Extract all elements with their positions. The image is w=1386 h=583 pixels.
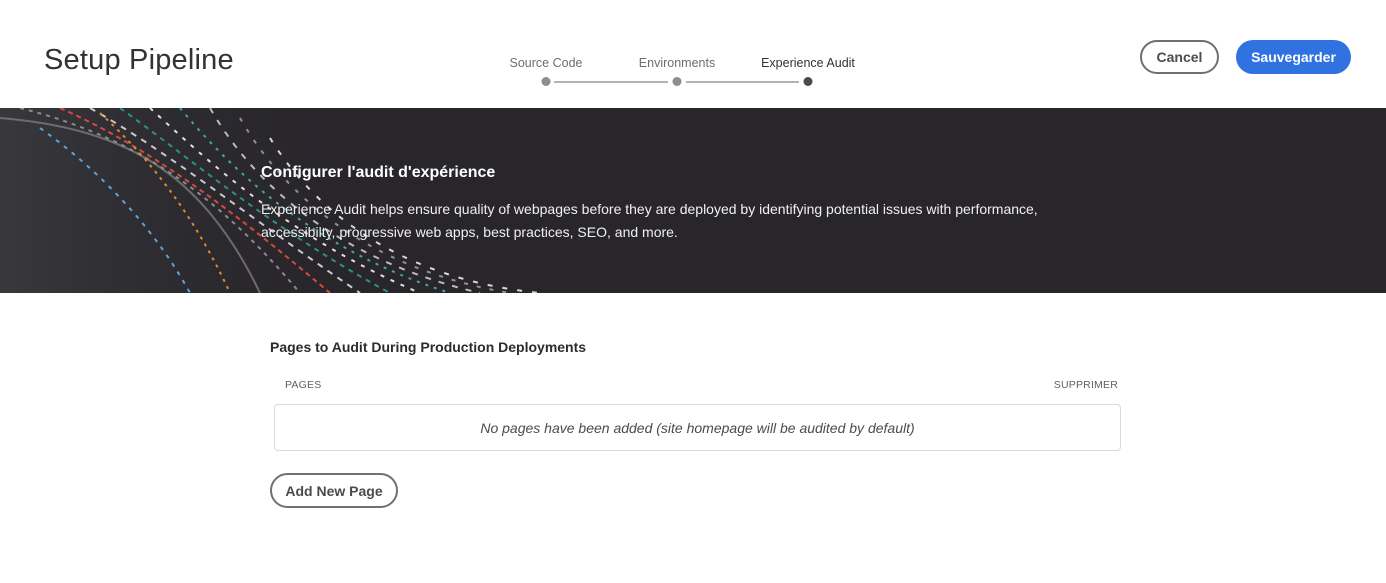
step-environments-label: Environments xyxy=(638,56,716,70)
step-connector xyxy=(686,81,799,83)
step-experience-audit-dot[interactable] xyxy=(803,77,813,86)
banner-title: Configurer l'audit d'expérience xyxy=(261,164,496,181)
column-header-pages: PAGES xyxy=(285,379,322,391)
add-new-page-button[interactable]: Add New Page xyxy=(270,473,398,508)
step-connector xyxy=(554,81,668,83)
section-title: Pages to Audit During Production Deploym… xyxy=(270,339,587,355)
save-button[interactable]: Sauvegarder xyxy=(1236,40,1351,74)
page-title: Setup Pipeline xyxy=(44,44,234,76)
step-experience-audit-label: Experience Audit xyxy=(761,56,855,70)
pages-table-empty-state: No pages have been added (site homepage … xyxy=(274,404,1121,451)
step-environments-dot[interactable] xyxy=(672,77,682,86)
step-source-code-dot[interactable] xyxy=(541,77,551,86)
page-header: Setup Pipeline Source Code Environments … xyxy=(0,0,1386,108)
pipeline-stepper: Source Code Environments Experience Audi… xyxy=(500,54,870,94)
banner-description: Experience Audit helps ensure quality of… xyxy=(261,201,1038,240)
hero-banner: Configurer l'audit d'expérience Experien… xyxy=(0,108,1386,293)
empty-state-message: No pages have been added (site homepage … xyxy=(480,419,915,436)
cancel-button[interactable]: Cancel xyxy=(1140,40,1219,74)
column-header-delete: SUPPRIMER xyxy=(1053,379,1118,391)
step-source-code-label: Source Code xyxy=(509,56,583,70)
